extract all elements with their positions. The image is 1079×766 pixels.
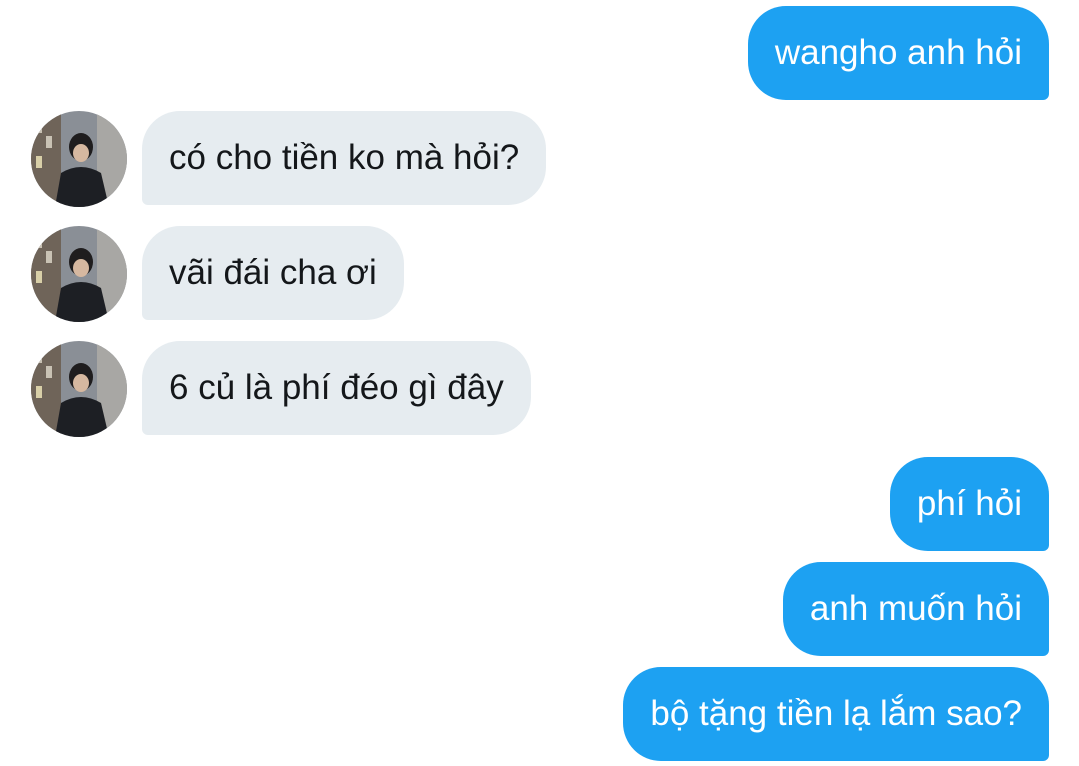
received-message-bubble[interactable]: 6 củ là phí đéo gì đây <box>142 341 531 435</box>
sent-message-bubble[interactable]: wangho anh hỏi <box>747 6 1049 100</box>
avatar-photo-icon <box>31 226 127 322</box>
avatar-photo-icon <box>31 111 127 207</box>
contact-avatar[interactable] <box>31 341 127 437</box>
sent-message-bubble[interactable]: phí hỏi <box>889 457 1049 551</box>
received-message-bubble[interactable]: có cho tiền ko mà hỏi? <box>142 111 547 205</box>
sent-message-bubble[interactable]: bộ tặng tiền lạ lắm sao? <box>623 667 1049 761</box>
sent-message-bubble[interactable]: anh muốn hỏi <box>782 562 1049 656</box>
contact-avatar[interactable] <box>31 111 127 207</box>
avatar-photo-icon <box>31 341 127 437</box>
received-message-bubble[interactable]: vãi đái cha ơi <box>142 226 404 320</box>
contact-avatar[interactable] <box>31 226 127 322</box>
